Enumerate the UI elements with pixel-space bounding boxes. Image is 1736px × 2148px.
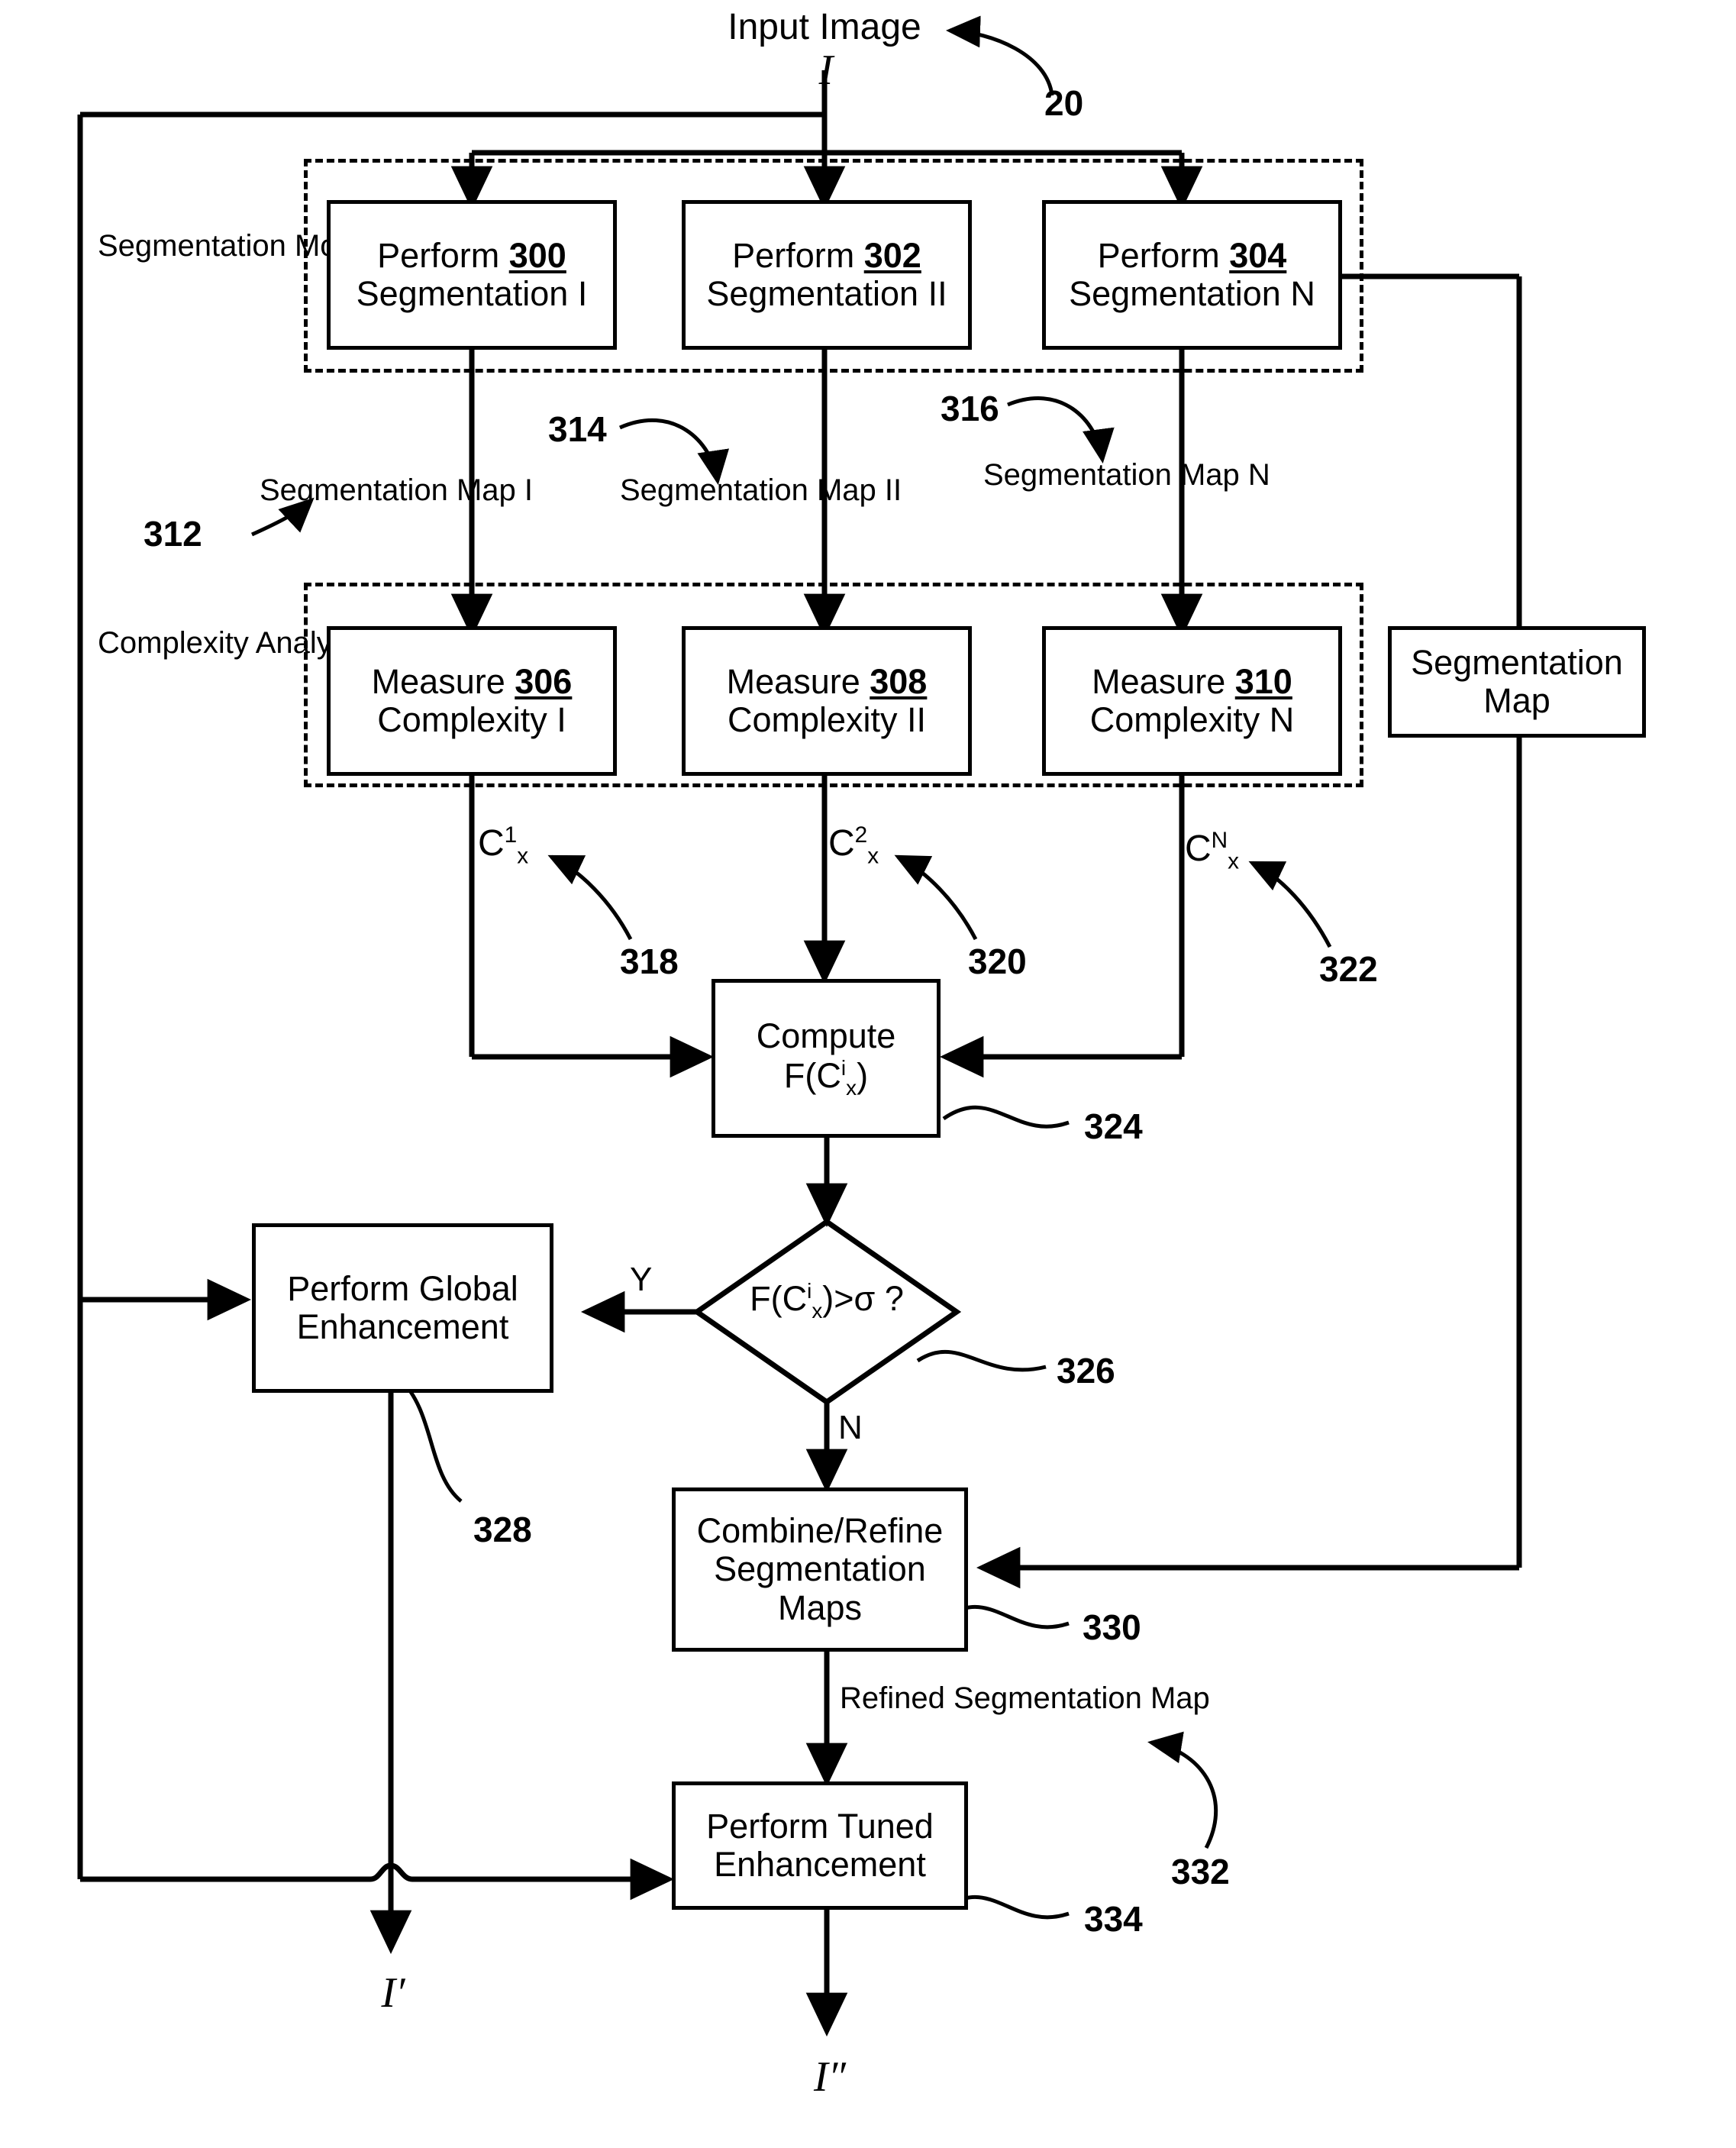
segmentation-map-2-line1: Segmentation: [620, 473, 808, 507]
refined-map-line1: Refined: [840, 1681, 945, 1715]
measure-complexity-1-refnum: 306: [515, 661, 573, 701]
perform-tuned-enhancement-box[interactable]: Perform Tuned Enhancement: [672, 1781, 968, 1910]
segmentation-map-2-label: Segmentation Map II: [620, 473, 902, 507]
measure-complexity-2-subject: Complexity II: [727, 700, 927, 739]
measure-complexity-n-verb: Measure: [1092, 661, 1226, 701]
refined-map-line2: Segmentation Map: [954, 1681, 1210, 1715]
global-enhancement-line2: Enhancement: [296, 1307, 509, 1346]
perform-segmentation-1-box[interactable]: Perform 300 Segmentation I: [327, 200, 617, 350]
perform-segmentation-2-verb: Perform: [732, 235, 855, 275]
perform-segmentation-1-refnum: 300: [508, 235, 566, 275]
segmentation-module-label-line1: Segmentation: [98, 229, 286, 263]
input-image-label: Input Image: [728, 7, 921, 47]
ref-20: 20: [1044, 83, 1084, 123]
complexity-symbol-n-base: C: [1185, 829, 1212, 869]
decision-expression-prefix: F(C: [750, 1279, 808, 1318]
ref-334: 334: [1084, 1899, 1143, 1939]
measure-complexity-1-verb: Measure: [371, 661, 505, 701]
measure-complexity-2-verb: Measure: [726, 661, 860, 701]
measure-complexity-2-refnum: 308: [870, 661, 928, 701]
compute-box-line2: F(Cix): [784, 1056, 868, 1100]
segmentation-map-box-line2: Map: [1483, 681, 1550, 720]
combine-refine-line1: Combine/Refine: [696, 1510, 944, 1550]
perform-segmentation-1-subject: Segmentation I: [356, 274, 588, 313]
ref-326: 326: [1057, 1351, 1115, 1391]
decision-yes-label: Y: [630, 1261, 653, 1298]
ref-322: 322: [1319, 949, 1378, 989]
segmentation-map-n-label: Segmentation Map N: [983, 458, 1270, 492]
measure-complexity-1-box[interactable]: Measure 306 Complexity I: [327, 626, 617, 776]
perform-segmentation-2-refnum: 302: [863, 235, 921, 275]
measure-complexity-n-refnum: 310: [1234, 661, 1292, 701]
complexity-symbol-1-base: C: [478, 823, 505, 864]
combine-refine-line2: Segmentation: [714, 1549, 926, 1589]
combine-refine-line3: Maps: [777, 1588, 863, 1627]
segmentation-map-1-label: Segmentation Map I: [260, 473, 533, 507]
ref-332: 332: [1171, 1852, 1230, 1891]
tuned-enhancement-line2: Enhancement: [714, 1845, 926, 1884]
refined-segmentation-map-label: Refined Segmentation Map: [840, 1681, 1210, 1715]
decision-diamond-text: F(Cix)>σ ?: [720, 1279, 934, 1323]
ref-328: 328: [473, 1510, 532, 1549]
segmentation-map-box-line1: Segmentation: [1411, 642, 1623, 682]
input-image-symbol: I: [818, 47, 834, 94]
complexity-symbol-2: C2x: [828, 822, 879, 869]
measure-complexity-n-box[interactable]: Measure 310 Complexity N: [1042, 626, 1342, 776]
complexity-symbol-n: CNx: [1185, 828, 1240, 874]
ref-320: 320: [968, 942, 1027, 981]
complexity-module-label: Complexity Analysis Module: [98, 626, 478, 660]
tuned-enhancement-line1: Perform Tuned: [706, 1806, 934, 1846]
segmentation-map-1-line2: Map I: [456, 473, 534, 507]
measure-complexity-1-subject: Complexity I: [377, 700, 566, 739]
segmentation-map-2-line2: Map II: [816, 473, 902, 507]
ref-314: 314: [548, 409, 607, 449]
decision-question-mark: ?: [884, 1279, 904, 1318]
combine-refine-box[interactable]: Combine/Refine Segmentation Maps: [672, 1487, 968, 1652]
complexity-symbol-2-sub: x: [867, 843, 879, 869]
perform-segmentation-n-box[interactable]: Perform 304 Segmentation N: [1042, 200, 1342, 350]
ref-330: 330: [1083, 1607, 1141, 1647]
measure-complexity-2-box[interactable]: Measure 308 Complexity II: [682, 626, 972, 776]
decision-expression: F(Cix)>σ: [750, 1279, 885, 1323]
segmentation-map-n-line1: Segmentation: [983, 458, 1172, 492]
perform-segmentation-n-verb: Perform: [1097, 235, 1220, 275]
segmentation-map-box[interactable]: Segmentation Map: [1388, 626, 1646, 738]
compute-box-line2-prefix: F(C: [783, 1055, 841, 1095]
segmentation-map-n-line2: Map N: [1179, 458, 1270, 492]
ref-324: 324: [1084, 1106, 1143, 1146]
perform-segmentation-1-verb: Perform: [377, 235, 500, 275]
compute-box-line1: Compute: [756, 1016, 896, 1056]
perform-segmentation-2-subject: Segmentation II: [706, 274, 947, 313]
compute-box-line2-suffix: ): [857, 1055, 869, 1095]
compute-box[interactable]: Compute F(Cix): [712, 979, 941, 1138]
ref-318: 318: [620, 942, 679, 981]
perform-global-enhancement-box[interactable]: Perform Global Enhancement: [252, 1223, 553, 1393]
complexity-symbol-1-sub: x: [517, 843, 529, 869]
compute-box-line2-sub: x: [846, 1075, 857, 1100]
segmentation-module-label: Segmentation Module: [98, 229, 395, 263]
ref-312: 312: [144, 514, 202, 554]
complexity-symbol-2-sup: 2: [854, 822, 868, 848]
patent-figure-canvas: Input Image I 20 Segmentation Module Com…: [0, 0, 1736, 2148]
segmentation-map-1-line1: Segmentation: [260, 473, 448, 507]
global-enhancement-line1: Perform Global: [287, 1268, 518, 1308]
decision-expression-sub: x: [812, 1299, 823, 1323]
complexity-symbol-n-sub: x: [1228, 848, 1240, 874]
decision-expression-suffix: )>σ: [822, 1279, 876, 1318]
global-enhancement-output-symbol: I′: [381, 1969, 405, 2017]
tuned-enhancement-output-symbol: I″: [814, 2053, 846, 2101]
perform-segmentation-n-subject: Segmentation N: [1069, 274, 1315, 313]
ref-316: 316: [941, 389, 999, 428]
perform-segmentation-2-box[interactable]: Perform 302 Segmentation II: [682, 200, 972, 350]
perform-segmentation-n-refnum: 304: [1229, 235, 1287, 275]
decision-no-label: N: [838, 1409, 863, 1446]
measure-complexity-n-subject: Complexity N: [1089, 700, 1295, 739]
complexity-symbol-1: C1x: [478, 822, 529, 869]
complexity-symbol-2-base: C: [828, 823, 855, 864]
complexity-symbol-n-sup: N: [1211, 828, 1228, 853]
complexity-symbol-1-sup: 1: [504, 822, 518, 848]
complexity-module-label-line1: Complexity: [98, 626, 249, 660]
